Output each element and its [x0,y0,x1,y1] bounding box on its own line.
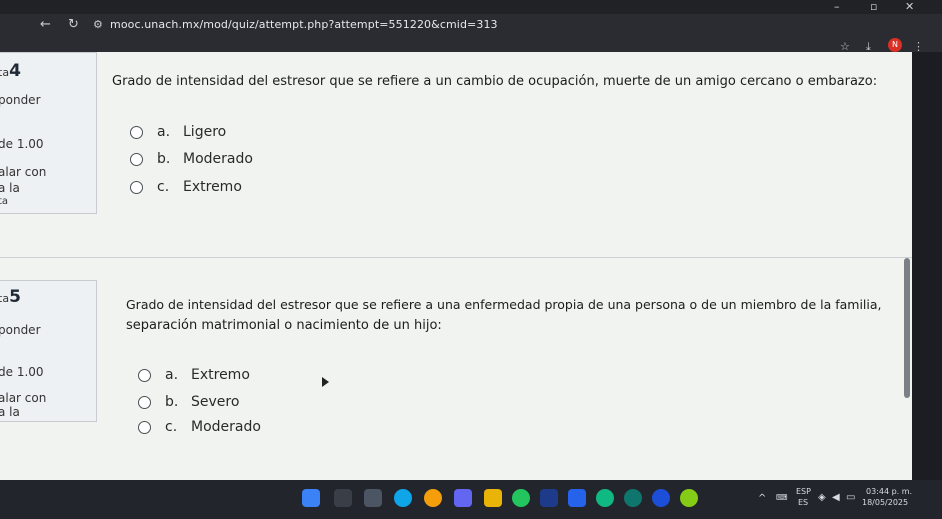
menu-icon[interactable]: ⋮ [913,40,924,53]
question-divider [0,257,912,258]
info-line: ponder [0,323,41,337]
option-label[interactable]: Severo [191,394,239,410]
info-line: de 1.00 [0,137,44,151]
question-5-text-line-1: Grado de intensidad del estresor que se … [126,297,882,312]
info-line: alar con [0,165,47,179]
chrome-icon[interactable] [424,489,442,507]
word-icon[interactable] [540,489,558,507]
radio-button[interactable] [138,368,151,382]
language-top[interactable]: ESP [796,487,811,496]
volume-icon[interactable]: ◀ [832,492,840,503]
profile-icon[interactable]: N [888,38,902,52]
whatsapp-icon[interactable] [512,489,530,507]
close-button[interactable]: ✕ [905,0,914,13]
address-bar[interactable]: mooc.unach.mx/mod/quiz/attempt.php?attem… [110,18,498,31]
reload-icon[interactable]: ↻ [68,17,79,32]
answer-option[interactable]: b. Severo [138,391,239,413]
question-5-number: ta5 [0,287,21,307]
question-number-value: 5 [9,287,21,307]
file-explorer-icon[interactable] [484,489,502,507]
app-icon[interactable] [454,489,472,507]
question-4-content [96,52,912,258]
battery-icon[interactable]: ▭ [846,492,855,503]
wifi-icon[interactable]: ◈ [818,492,826,503]
language-bottom[interactable]: ES [798,498,808,507]
option-label[interactable]: Extremo [191,367,250,383]
minimize-button[interactable]: – [834,0,840,13]
option-label[interactable]: Moderado [191,419,261,435]
edge-icon[interactable] [394,489,412,507]
answer-option[interactable]: a. Extremo [138,364,250,386]
quiz-page: ta4 ponder de 1.00 alar con a la ta Grad… [0,52,912,480]
question-4-info: ta4 ponder de 1.00 alar con a la ta [0,52,97,214]
radio-button[interactable] [138,420,151,434]
question-5-text-line-2: separación matrimonial o nacimiento de u… [126,318,442,333]
mouse-cursor-icon [322,377,329,387]
clock-time[interactable]: 03:44 p. m. [866,487,912,496]
restore-button[interactable]: ▫ [870,0,877,13]
option-letter: a. [165,367,179,383]
browser-chrome: – ▫ ✕ ← ↻ ⚙ mooc.unach.mx/mod/quiz/attem… [0,0,942,53]
app-icon-5[interactable] [652,489,670,507]
back-icon[interactable]: ← [40,17,51,32]
info-line: ta [0,196,9,207]
app-icon-6[interactable] [680,489,698,507]
info-line: alar con [0,391,47,405]
option-letter: c. [165,419,178,435]
tab-strip: – ▫ ✕ [0,0,942,14]
info-line: de 1.00 [0,365,44,379]
taskbar: ^ ⌨ ESP ES ◈ ◀ ▭ 03:44 p. m. 18/05/2025 [0,480,942,519]
question-number-value: 4 [9,61,21,81]
start-icon[interactable] [302,489,320,507]
keyboard-icon[interactable]: ⌨ [776,493,788,502]
search-icon[interactable] [334,489,352,507]
site-info-icon[interactable]: ⚙ [93,18,103,31]
app-icon-4[interactable] [624,489,642,507]
info-line: a la [0,405,20,419]
page-scrollbar[interactable] [904,258,910,398]
question-5-info: ta5 ponder de 1.00 alar con a la [0,280,97,422]
question-prefix: ta [0,66,10,79]
question-prefix: ta [0,292,10,305]
radio-button[interactable] [138,395,151,409]
option-letter: b. [165,394,179,410]
answer-option[interactable]: c. Moderado [138,416,261,438]
info-line: a la [0,181,20,195]
clock-date[interactable]: 18/05/2025 [862,498,908,507]
app-icon-2[interactable] [568,489,586,507]
task-view-icon[interactable] [364,489,382,507]
info-line: ponder [0,93,41,107]
tray-chevron-icon[interactable]: ^ [758,493,766,504]
question-4-number: ta4 [0,61,21,81]
app-icon-3[interactable] [596,489,614,507]
